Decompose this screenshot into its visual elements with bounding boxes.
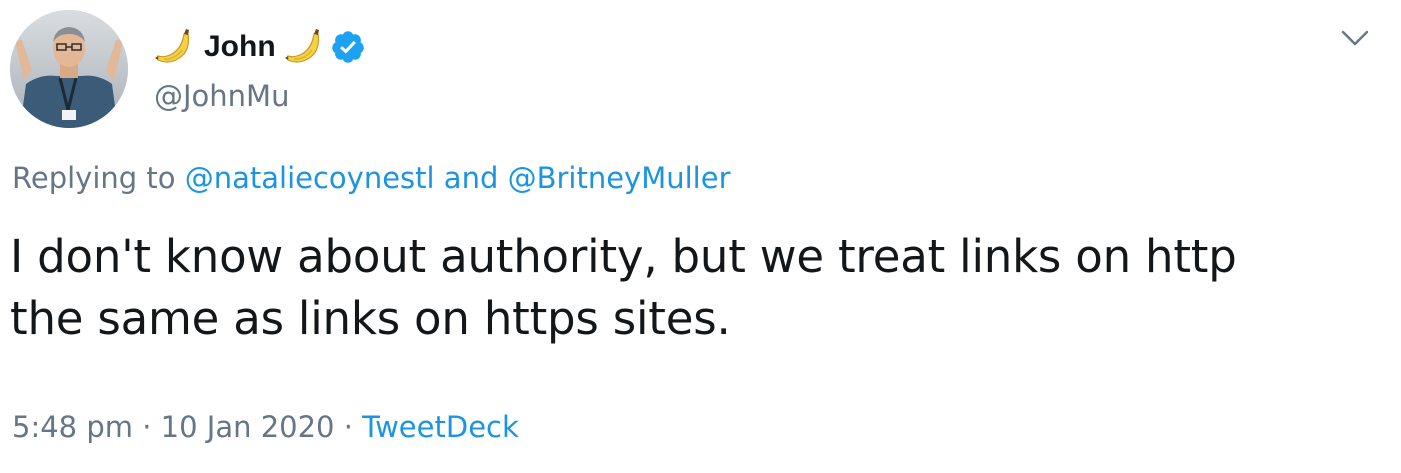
mention-link[interactable]: @BritneyMuller: [508, 161, 731, 195]
avatar[interactable]: [10, 10, 128, 128]
replying-to-label: Replying to: [12, 161, 176, 195]
author-name-link[interactable]: John: [152, 26, 366, 68]
meta-separator: ·: [343, 410, 353, 444]
replying-to-line: Replying to @nataliecoynestl and @Britne…: [12, 158, 731, 198]
mention-link[interactable]: @nataliecoynestl: [185, 161, 435, 195]
banana-icon: [152, 26, 194, 68]
author-handle[interactable]: @JohnMu: [154, 76, 289, 116]
tweet-meta: 5:48 pm · 10 Jan 2020 · TweetDeck: [12, 407, 519, 447]
tweet-text-line: I don't know about authority, but we tre…: [10, 230, 1237, 283]
tweet-source-link[interactable]: TweetDeck: [362, 410, 519, 444]
tweet-text: I don't know about authority, but we tre…: [10, 226, 1380, 350]
verified-badge-icon: [330, 29, 366, 65]
tweet-time[interactable]: 5:48 pm: [12, 410, 133, 444]
replying-to-conjunction[interactable]: and: [444, 161, 499, 195]
tweet-card: John @JohnMu Replying to @nataliecoynest…: [0, 0, 1401, 473]
author-block: John @JohnMu: [152, 22, 752, 132]
tweet-date[interactable]: 10 Jan 2020: [161, 410, 335, 444]
banana-icon: [282, 26, 324, 68]
chevron-down-icon[interactable]: [1340, 26, 1370, 50]
tweet-text-line: the same as links on https sites.: [10, 292, 731, 345]
author-display-name: John: [204, 30, 276, 63]
meta-separator: ·: [142, 410, 152, 444]
